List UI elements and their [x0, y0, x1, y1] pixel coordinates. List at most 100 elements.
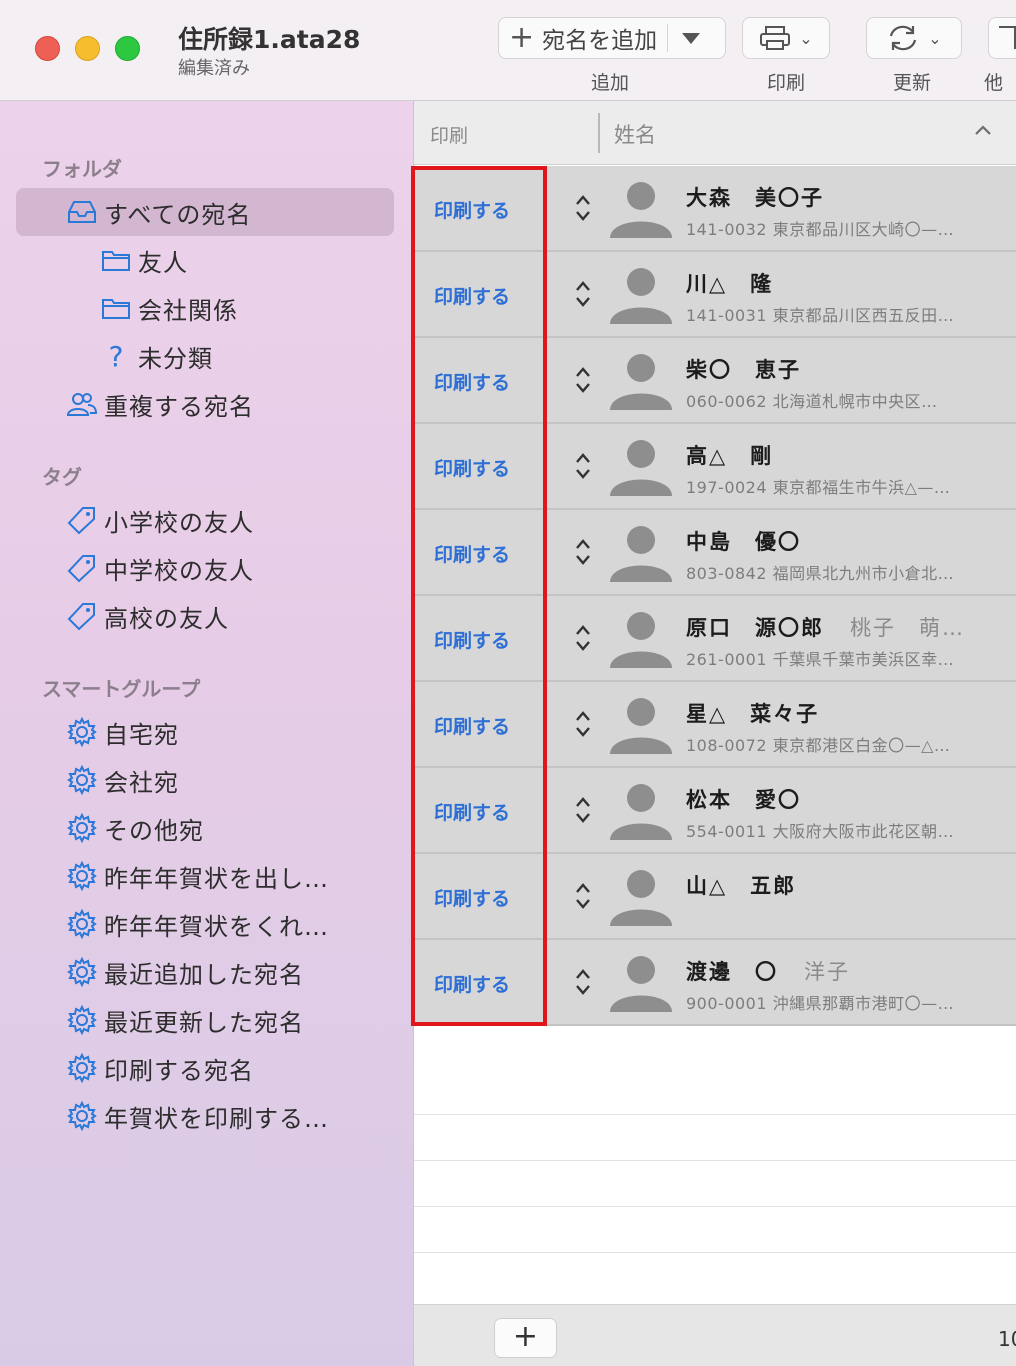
section-folders: フォルダ	[42, 157, 122, 181]
gear-icon	[66, 812, 98, 844]
column-divider[interactable]	[598, 113, 600, 153]
reorder-updown-icon[interactable]	[574, 452, 592, 484]
sidebar-item-label: 自宅宛	[104, 720, 179, 749]
record-count: 10	[998, 1327, 1016, 1351]
column-name[interactable]: 姓名	[614, 119, 656, 149]
sidebar-item-label: 小学校の友人	[104, 508, 254, 537]
contact-address: 060-0062 北海道札幌市中央区…	[686, 392, 938, 411]
add-address-label: 宛名を追加	[542, 28, 658, 54]
toolbar-label-update: 更新	[893, 72, 932, 94]
print-column-highlight	[411, 166, 547, 1026]
folder-icon	[100, 292, 132, 324]
sidebar-item-tag-high-school[interactable]: 高校の友人	[66, 592, 229, 640]
contact-name: 山△ 五郎	[686, 870, 796, 900]
tag-icon	[66, 504, 98, 536]
avatar	[608, 604, 674, 674]
document-icon	[999, 26, 1016, 49]
sidebar-item-smart-group[interactable]: 昨年年賀状をくれ…	[66, 900, 329, 948]
dropdown-triangle-icon[interactable]	[682, 32, 701, 44]
other-button[interactable]	[988, 17, 1016, 59]
sidebar-item-friends[interactable]: 友人	[100, 236, 188, 284]
sidebar-item-tag-junior-high[interactable]: 中学校の友人	[66, 544, 254, 592]
question-icon: ?	[108, 339, 124, 373]
reorder-updown-icon[interactable]	[574, 796, 592, 828]
zoom-window-button[interactable]	[115, 36, 140, 61]
contact-address: 900-0001 沖縄県那覇市港町〇—…	[686, 994, 955, 1013]
document-title: 住所録1.ata28	[178, 25, 361, 54]
gear-icon	[66, 764, 98, 796]
sort-ascending-icon[interactable]	[974, 123, 992, 137]
sidebar-item-smart-group[interactable]: 最近追加した宛名	[66, 948, 304, 996]
sidebar-item-tag-elementary[interactable]: 小学校の友人	[66, 496, 254, 544]
sidebar-item-duplicates[interactable]: 重複する宛名	[66, 380, 254, 428]
toolbar-label-print: 印刷	[767, 72, 806, 94]
sidebar-item-smart-group[interactable]: 印刷する宛名	[66, 1044, 254, 1092]
sidebar-item-smart-group[interactable]: 昨年年賀状を出し…	[66, 852, 329, 900]
reorder-updown-icon[interactable]	[574, 366, 592, 398]
sidebar-item-smart-group[interactable]: その他宛	[66, 804, 204, 852]
column-header: 印刷 姓名	[414, 101, 1016, 165]
print-button[interactable]: ⌄	[742, 17, 830, 59]
sidebar-item-smart-group[interactable]: 年賀状を印刷する…	[66, 1092, 329, 1140]
tag-icon	[66, 600, 98, 632]
sidebar-item-label: 最近更新した宛名	[104, 1008, 304, 1037]
close-window-button[interactable]	[35, 36, 60, 61]
sidebar-item-all-addresses[interactable]: すべての宛名	[16, 188, 394, 236]
avatar	[608, 260, 674, 330]
contact-family-names: 洋子	[804, 960, 850, 984]
contact-address: 141-0031 東京都品川区西五反田…	[686, 306, 955, 325]
sidebar-item-label: 未分類	[138, 344, 213, 373]
chevron-down-icon: ⌄	[928, 28, 942, 48]
avatar	[608, 862, 674, 932]
gear-icon	[66, 1004, 98, 1036]
sidebar-item-smart-group[interactable]: 自宅宛	[66, 708, 179, 756]
sidebar-item-label: 中学校の友人	[104, 556, 254, 585]
contact-name: 川△ 隆	[686, 268, 773, 298]
folder-icon	[100, 244, 132, 276]
sidebar-item-smart-group[interactable]: 会社宛	[66, 756, 179, 804]
contact-name: 松本 愛〇	[686, 784, 801, 814]
sidebar-item-label: その他宛	[104, 816, 204, 845]
sidebar-item-label: 重複する宛名	[104, 392, 254, 421]
title-bar: 住所録1.ata28 編集済み + 宛名を追加 ⌄ ⌄ 追加 印刷 更新 他の	[0, 0, 1016, 121]
gear-icon	[66, 1100, 98, 1132]
sidebar-item-smart-group[interactable]: 最近更新した宛名	[66, 996, 304, 1044]
avatar	[608, 776, 674, 846]
add-button[interactable]: +	[494, 1318, 557, 1358]
sidebar-item-label: すべての宛名	[104, 200, 252, 229]
sidebar-item-label: 昨年年賀状を出し…	[104, 864, 329, 893]
reorder-updown-icon[interactable]	[574, 194, 592, 226]
contact-address: 554-0011 大阪府大阪市此花区朝…	[686, 822, 955, 841]
add-address-button[interactable]: + 宛名を追加	[498, 17, 726, 59]
update-button[interactable]: ⌄	[866, 17, 962, 59]
sidebar-item-uncategorized[interactable]: ? 未分類	[100, 332, 213, 380]
section-tags: タグ	[42, 465, 82, 489]
gear-icon	[66, 1052, 98, 1084]
empty-row-line	[414, 1114, 1016, 1115]
empty-row-line	[414, 1252, 1016, 1253]
contact-name: 原口 源〇郎 桃子 萌…	[686, 612, 965, 642]
contact-primary-name: 中島 優〇	[686, 530, 801, 554]
sidebar-item-label: 最近追加した宛名	[104, 960, 304, 989]
minimize-window-button[interactable]	[75, 36, 100, 61]
sidebar-item-label: 高校の友人	[104, 604, 229, 633]
reorder-updown-icon[interactable]	[574, 882, 592, 914]
people-icon	[66, 388, 98, 420]
contact-name: 大森 美〇子	[686, 182, 824, 212]
contact-address: 197-0024 東京都福生市牛浜△—…	[686, 478, 951, 497]
contact-primary-name: 高△ 剛	[686, 444, 774, 468]
sidebar-item-label: 友人	[138, 248, 188, 277]
gear-icon	[66, 908, 98, 940]
avatar	[608, 346, 674, 416]
sidebar-item-company[interactable]: 会社関係	[100, 284, 238, 332]
reorder-updown-icon[interactable]	[574, 624, 592, 656]
reorder-updown-icon[interactable]	[574, 280, 592, 312]
reorder-updown-icon[interactable]	[574, 968, 592, 1000]
inbox-icon	[66, 196, 98, 228]
avatar	[608, 432, 674, 502]
toolbar-label-add: 追加	[591, 72, 630, 94]
reorder-updown-icon[interactable]	[574, 538, 592, 570]
reorder-updown-icon[interactable]	[574, 710, 592, 742]
sidebar-item-label: 印刷する宛名	[104, 1056, 254, 1085]
column-print[interactable]: 印刷	[430, 121, 468, 148]
